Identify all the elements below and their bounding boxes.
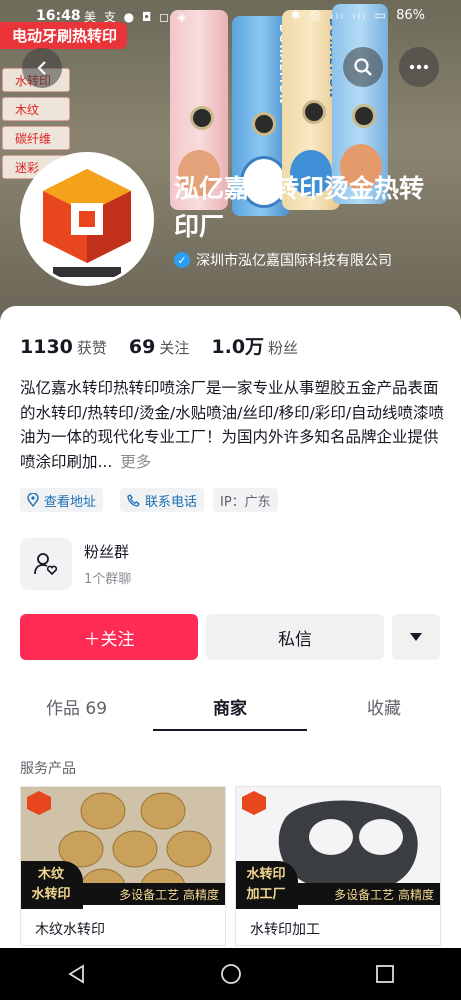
profile-stats: 1130 获赞 69 关注 1.0万 粉丝 [20, 332, 298, 359]
view-address-chip[interactable]: 查看地址 [20, 488, 104, 512]
stat-followers[interactable]: 1.0万 粉丝 [211, 332, 298, 359]
tab-merchant[interactable]: 商家 [153, 694, 307, 724]
product-badge: 木纹 水转印 [21, 861, 83, 909]
company-logo-icon [43, 169, 131, 277]
phone-icon [127, 493, 140, 507]
avatar[interactable] [20, 152, 154, 286]
company-name: 深圳市泓亿嘉国际科技有限公司 [196, 253, 392, 269]
profile-name: 泓亿嘉水转印烫金热转印厂 [174, 174, 425, 241]
fan-group-subtitle: 1个群聊 [84, 572, 132, 587]
stat-following[interactable]: 69 关注 [129, 336, 189, 358]
contact-phone-chip[interactable]: 联系电话 [120, 488, 205, 512]
product-name: 木纹水转印 [35, 922, 105, 938]
ip-location-chip: IP：广东 [213, 488, 278, 512]
nav-home-icon[interactable] [220, 963, 242, 985]
product-card[interactable]: 多设备工艺 高精度 水转印 加工厂 水转印加工 [235, 786, 441, 946]
system-navigation-bar [0, 948, 461, 1000]
search-button[interactable] [343, 47, 383, 87]
profile-header-banner: DORAEMON DORAEMON 电动牙刷热转印 水转印 木纹 碳纤维 迷彩 … [0, 0, 461, 320]
more-dots-icon [409, 64, 429, 70]
fan-group-icon-box[interactable] [20, 538, 72, 590]
status-bar: 16:48 美 支 ● ◘ ◻ ◈ ✱ ◎ ᵢₗₗ ᵢₗₗ ▭ 86% [0, 0, 461, 34]
caret-down-icon [410, 633, 422, 641]
bio-more-link[interactable]: 更多 [120, 453, 151, 471]
search-icon [354, 58, 372, 76]
verified-company[interactable]: ✓ 深圳市泓亿嘉国际科技有限公司 [174, 250, 392, 270]
bio-text: 泓亿嘉水转印热转印喷涂厂是一家专业从事塑胶五金产品表面的水转印/热转印/烫金/水… [20, 379, 445, 471]
fan-group-title[interactable]: 粉丝群 [84, 541, 129, 562]
product-card[interactable]: 多设备工艺 高精度 木纹 水转印 木纹水转印 [20, 786, 226, 946]
contact-phone-label: 联系电话 [145, 494, 198, 510]
more-options-button[interactable] [399, 47, 439, 87]
location-pin-icon [27, 493, 39, 507]
follow-button[interactable]: ＋关注 [20, 614, 198, 660]
user-heart-icon [34, 553, 58, 576]
view-address-label: 查看地址 [44, 494, 97, 510]
verified-check-icon: ✓ [174, 252, 190, 268]
system-icons: ✱ ◎ ᵢₗₗ ᵢₗₗ ▭ [290, 8, 389, 22]
profile-bio: 泓亿嘉水转印热转印喷涂厂是一家专业从事塑胶五金产品表面的水转印/热转印/烫金/水… [20, 376, 445, 474]
back-button[interactable] [22, 48, 62, 88]
section-title: 服务产品 [20, 761, 76, 777]
battery-level: 86% [396, 8, 425, 23]
nav-back-icon[interactable] [67, 964, 87, 984]
expand-recommend-button[interactable] [392, 614, 440, 660]
product-name: 水转印加工 [250, 922, 320, 938]
banner-tag: 木纹 [2, 97, 70, 121]
tab-works[interactable]: 作品 69 [0, 694, 153, 724]
nav-recents-icon[interactable] [375, 964, 395, 984]
message-button[interactable]: 私信 [206, 614, 384, 660]
stat-likes[interactable]: 1130 获赞 [20, 336, 107, 358]
active-tab-indicator [153, 729, 307, 731]
product-badge: 水转印 加工厂 [236, 861, 298, 909]
status-time: 16:48 [36, 8, 81, 24]
tab-favorites[interactable]: 收藏 [307, 694, 461, 724]
notification-icons: 美 支 ● ◘ ◻ ◈ [84, 10, 189, 24]
banner-tag: 碳纤维 [2, 126, 70, 150]
chevron-left-icon [37, 61, 46, 75]
